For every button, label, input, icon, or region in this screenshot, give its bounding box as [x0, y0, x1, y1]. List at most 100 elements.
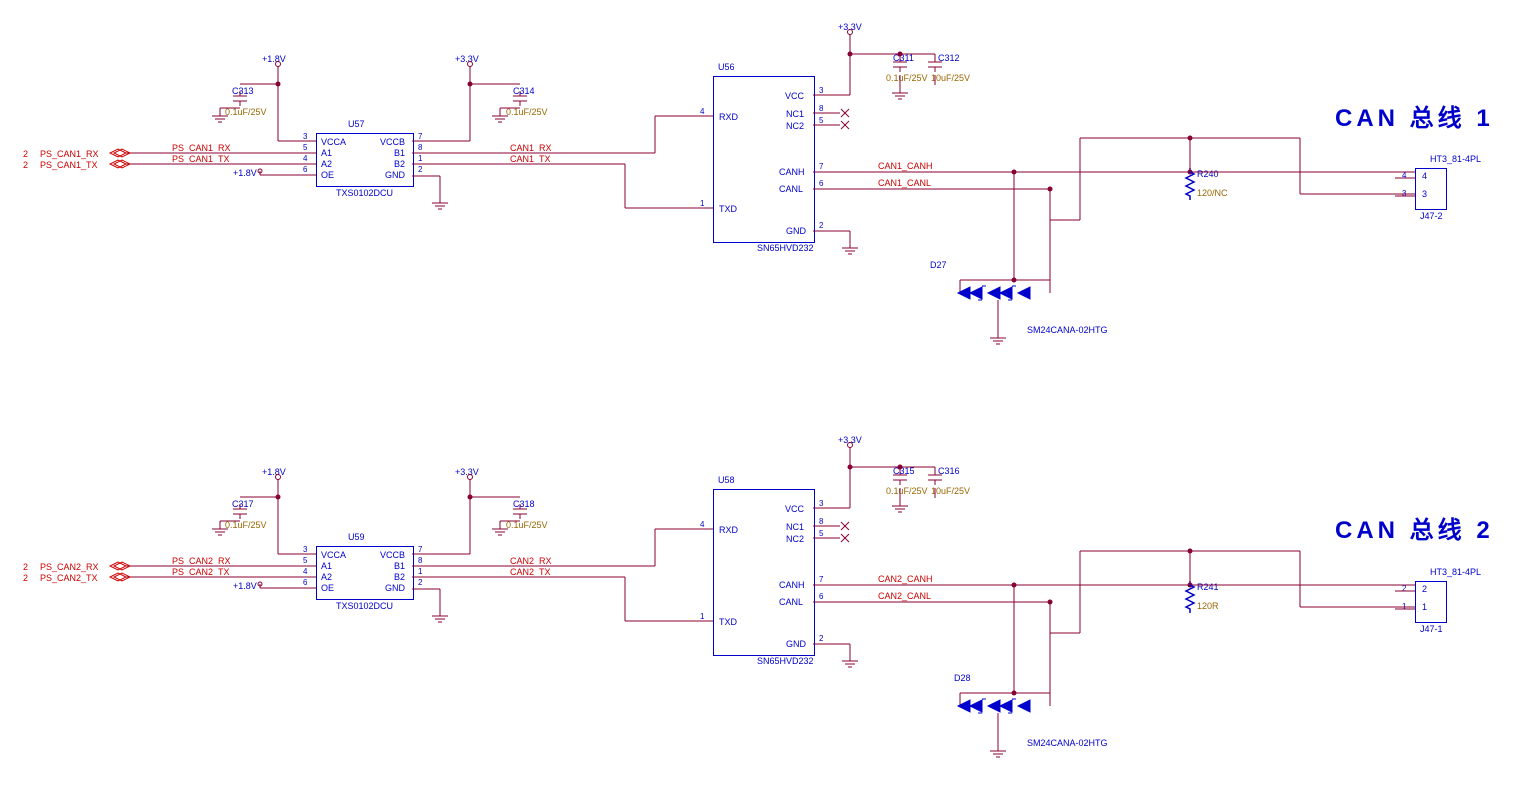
conn-part: HT3_81-4PL — [1430, 567, 1481, 577]
power-label: +3.3V — [455, 54, 479, 64]
cap-val: 0.1uF/25V — [506, 520, 548, 530]
cap-val: 10uF/25V — [931, 73, 970, 83]
net-label: PS_CAN2_TX — [40, 573, 98, 583]
net-label: PS_CAN2_RX — [172, 556, 231, 566]
pin-name: VCC — [785, 91, 804, 101]
power-label: +3.3V — [838, 22, 862, 32]
pin-num: 7 — [418, 545, 422, 554]
conn-ref: J47-2 — [1420, 211, 1443, 221]
net-label: PS_CAN1_RX — [172, 143, 231, 153]
pin-num: 6 — [303, 578, 307, 587]
offpage-ref: 2 — [23, 160, 28, 170]
pin-num: 2 — [1402, 584, 1406, 593]
cap-ref: C317 — [232, 499, 254, 509]
pin-name: CANH — [779, 167, 805, 177]
pin-num: 3 — [819, 499, 823, 508]
pin-num: 6 — [819, 592, 823, 601]
pin-num: 3 — [819, 86, 823, 95]
pin-name: RXD — [719, 525, 738, 535]
pin-name: VCCB — [380, 550, 405, 560]
pin-num: 2 — [1422, 584, 1427, 594]
power-label: +3.3V — [455, 467, 479, 477]
diode-ref: D28 — [954, 673, 971, 683]
pin-num: 1 — [1402, 602, 1406, 611]
pin-name: VCCA — [321, 550, 346, 560]
pin-name: NC2 — [786, 534, 804, 544]
pin-num: 2 — [819, 634, 823, 643]
chip-part: SN65HVD232 — [757, 656, 814, 666]
cap-ref: C312 — [938, 53, 960, 63]
title-can1: CAN 总线 1 — [1335, 98, 1494, 133]
cap-ref: C318 — [513, 499, 535, 509]
pin-num: 2 — [819, 221, 823, 230]
net-label: PS_CAN1_TX — [172, 154, 230, 164]
pin-name: A1 — [321, 148, 332, 158]
pin-name: VCCB — [380, 137, 405, 147]
diode-ref: D27 — [930, 260, 947, 270]
pin-name: OE — [321, 583, 334, 593]
pin-num: 2 — [418, 578, 422, 587]
net-label: CAN2_CANL — [878, 591, 931, 601]
pin-num: 8 — [819, 517, 823, 526]
pin-num: 5 — [303, 556, 307, 565]
chip-ref: U58 — [718, 475, 735, 485]
pin-name: VCCA — [321, 137, 346, 147]
cap-val: 0.1uF/25V — [225, 520, 267, 530]
diode-part: SM24CANA-02HTG — [1027, 325, 1108, 335]
chip-part: TXS0102DCU — [336, 188, 393, 198]
pin-num: 3 — [1422, 189, 1427, 199]
chip-ref: U56 — [718, 62, 735, 72]
chip-ref: U57 — [348, 119, 365, 129]
pin-num: 1 — [418, 154, 422, 163]
pin-num: 4 — [700, 520, 704, 529]
chip-u56 — [713, 76, 815, 243]
connector-j47-1 — [1415, 581, 1447, 623]
pin-num: 6 — [303, 165, 307, 174]
pin-name: B1 — [394, 561, 405, 571]
pin-num: 3 — [303, 545, 307, 554]
pin-name: B1 — [394, 148, 405, 158]
net-label: PS_CAN2_TX — [172, 567, 230, 577]
pin-num: 3 — [303, 132, 307, 141]
conn-part: HT3_81-4PL — [1430, 154, 1481, 164]
pin-num: 8 — [819, 104, 823, 113]
pin-name: TXD — [719, 204, 737, 214]
offpage-ref: 2 — [23, 562, 28, 572]
pin-name: NC1 — [786, 522, 804, 532]
chip-part: TXS0102DCU — [336, 601, 393, 611]
pin-name: GND — [786, 639, 806, 649]
pin-num: 1 — [700, 612, 704, 621]
cap-val: 0.1uF/25V — [886, 73, 928, 83]
pin-num: 4 — [1402, 171, 1406, 180]
chip-ref: U59 — [348, 532, 365, 542]
cap-ref: C315 — [893, 466, 915, 476]
pin-num: 5 — [819, 116, 823, 125]
pin-name: NC1 — [786, 109, 804, 119]
net-label: CAN1_RX — [510, 143, 552, 153]
pin-name: A1 — [321, 561, 332, 571]
net-label: CAN2_TX — [510, 567, 551, 577]
pin-name: TXD — [719, 617, 737, 627]
pin-num: 4 — [700, 107, 704, 116]
pin-num: 4 — [303, 567, 307, 576]
cap-val: 0.1uF/25V — [506, 107, 548, 117]
pin-name: NC2 — [786, 121, 804, 131]
cap-val: 10uF/25V — [931, 486, 970, 496]
pin-num: 4 — [1422, 171, 1427, 181]
power-label: +3.3V — [838, 435, 862, 445]
pin-num: 5 — [303, 143, 307, 152]
pin-name: B2 — [394, 572, 405, 582]
cap-val: 0.1uF/25V — [886, 486, 928, 496]
power-label: +1.8V — [262, 54, 286, 64]
cap-ref: C314 — [513, 86, 535, 96]
pin-name: CANL — [779, 184, 803, 194]
offpage-ref: 2 — [23, 149, 28, 159]
pin-num: 8 — [418, 556, 422, 565]
power-label: +1.8V — [233, 581, 257, 591]
chip-part: SN65HVD232 — [757, 243, 814, 253]
pin-num: 5 — [819, 529, 823, 538]
title-can2: CAN 总线 2 — [1335, 510, 1494, 545]
pin-name: OE — [321, 170, 334, 180]
pin-name: CANL — [779, 597, 803, 607]
cap-ref: C311 — [893, 53, 914, 63]
